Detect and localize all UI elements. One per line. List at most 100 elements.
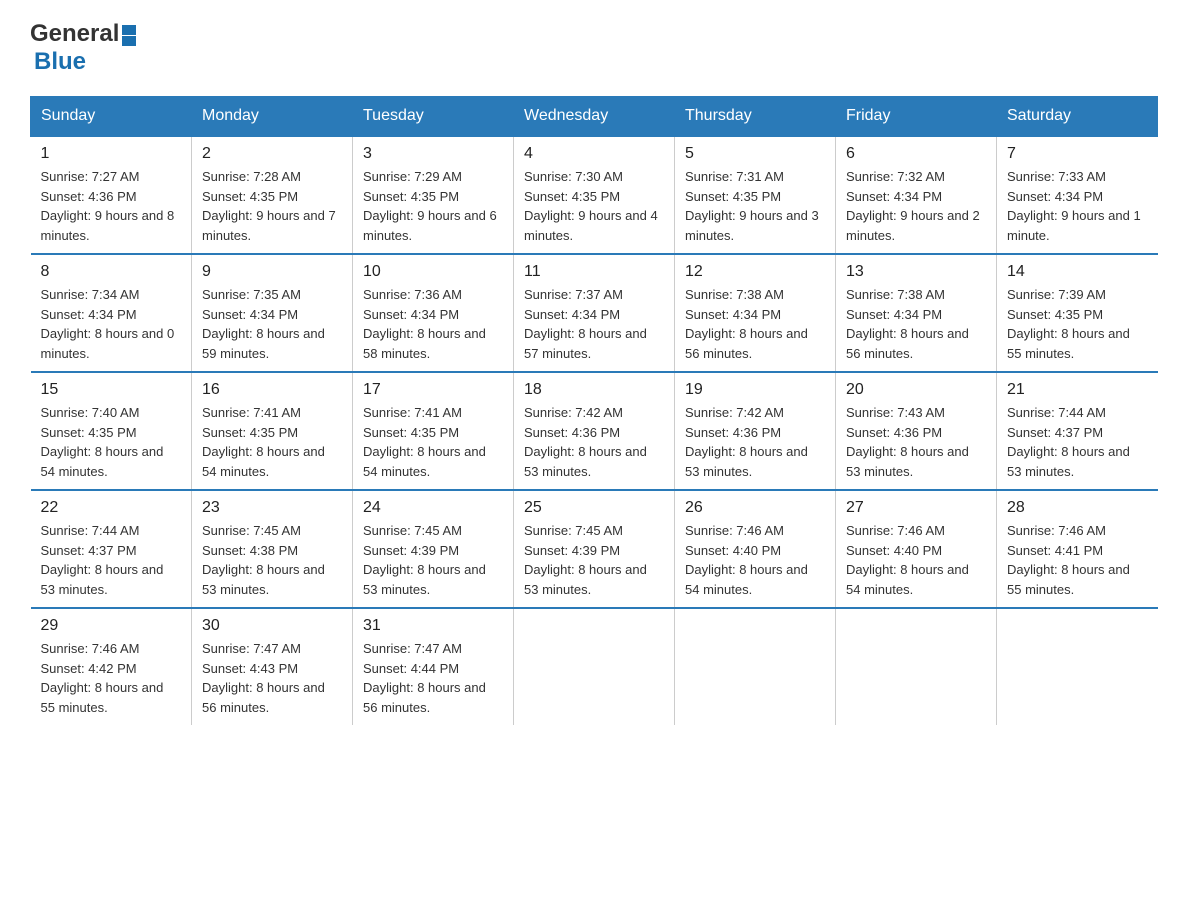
day-info: Sunrise: 7:45 AM Sunset: 4:38 PM Dayligh…: [202, 521, 342, 599]
day-number: 31: [363, 617, 503, 635]
weekday-header: Thursday: [675, 97, 836, 137]
weekday-header: Friday: [836, 97, 997, 137]
day-info: Sunrise: 7:36 AM Sunset: 4:34 PM Dayligh…: [363, 285, 503, 363]
day-number: 11: [524, 263, 664, 281]
day-info: Sunrise: 7:38 AM Sunset: 4:34 PM Dayligh…: [846, 285, 986, 363]
calendar-day-cell: 27 Sunrise: 7:46 AM Sunset: 4:40 PM Dayl…: [836, 490, 997, 608]
calendar-day-cell: 21 Sunrise: 7:44 AM Sunset: 4:37 PM Dayl…: [997, 372, 1158, 490]
calendar-day-cell: 18 Sunrise: 7:42 AM Sunset: 4:36 PM Dayl…: [514, 372, 675, 490]
weekday-header: Saturday: [997, 97, 1158, 137]
day-info: Sunrise: 7:45 AM Sunset: 4:39 PM Dayligh…: [363, 521, 503, 599]
day-info: Sunrise: 7:38 AM Sunset: 4:34 PM Dayligh…: [685, 285, 825, 363]
calendar-day-cell: 25 Sunrise: 7:45 AM Sunset: 4:39 PM Dayl…: [514, 490, 675, 608]
day-info: Sunrise: 7:41 AM Sunset: 4:35 PM Dayligh…: [363, 403, 503, 481]
calendar-day-cell: 6 Sunrise: 7:32 AM Sunset: 4:34 PM Dayli…: [836, 136, 997, 254]
weekday-header: Sunday: [31, 97, 192, 137]
day-info: Sunrise: 7:44 AM Sunset: 4:37 PM Dayligh…: [1007, 403, 1148, 481]
page-header: General Blue: [30, 20, 1158, 76]
day-number: 22: [41, 499, 182, 517]
day-number: 18: [524, 381, 664, 399]
day-info: Sunrise: 7:27 AM Sunset: 4:36 PM Dayligh…: [41, 167, 182, 245]
day-info: Sunrise: 7:30 AM Sunset: 4:35 PM Dayligh…: [524, 167, 664, 245]
calendar-day-cell: 12 Sunrise: 7:38 AM Sunset: 4:34 PM Dayl…: [675, 254, 836, 372]
weekday-header: Monday: [192, 97, 353, 137]
calendar-week-row: 22 Sunrise: 7:44 AM Sunset: 4:37 PM Dayl…: [31, 490, 1158, 608]
day-info: Sunrise: 7:47 AM Sunset: 4:44 PM Dayligh…: [363, 639, 503, 717]
day-number: 1: [41, 145, 182, 163]
day-number: 25: [524, 499, 664, 517]
day-info: Sunrise: 7:37 AM Sunset: 4:34 PM Dayligh…: [524, 285, 664, 363]
calendar-day-cell: 24 Sunrise: 7:45 AM Sunset: 4:39 PM Dayl…: [353, 490, 514, 608]
calendar-day-cell: 3 Sunrise: 7:29 AM Sunset: 4:35 PM Dayli…: [353, 136, 514, 254]
day-info: Sunrise: 7:41 AM Sunset: 4:35 PM Dayligh…: [202, 403, 342, 481]
day-number: 7: [1007, 145, 1148, 163]
calendar-day-cell: 26 Sunrise: 7:46 AM Sunset: 4:40 PM Dayl…: [675, 490, 836, 608]
day-number: 26: [685, 499, 825, 517]
day-number: 29: [41, 617, 182, 635]
logo: General Blue: [30, 20, 136, 76]
day-number: 27: [846, 499, 986, 517]
logo-blue-text: Blue: [34, 48, 86, 75]
calendar-day-cell: 20 Sunrise: 7:43 AM Sunset: 4:36 PM Dayl…: [836, 372, 997, 490]
day-number: 30: [202, 617, 342, 635]
day-info: Sunrise: 7:33 AM Sunset: 4:34 PM Dayligh…: [1007, 167, 1148, 245]
calendar-day-cell: [675, 608, 836, 725]
calendar-header: SundayMondayTuesdayWednesdayThursdayFrid…: [31, 97, 1158, 137]
day-number: 21: [1007, 381, 1148, 399]
calendar-table: SundayMondayTuesdayWednesdayThursdayFrid…: [30, 96, 1158, 725]
day-info: Sunrise: 7:43 AM Sunset: 4:36 PM Dayligh…: [846, 403, 986, 481]
day-number: 16: [202, 381, 342, 399]
logo-general-text: General: [30, 20, 119, 48]
calendar-body: 1 Sunrise: 7:27 AM Sunset: 4:36 PM Dayli…: [31, 136, 1158, 725]
day-number: 9: [202, 263, 342, 281]
day-info: Sunrise: 7:29 AM Sunset: 4:35 PM Dayligh…: [363, 167, 503, 245]
day-number: 6: [846, 145, 986, 163]
calendar-day-cell: 17 Sunrise: 7:41 AM Sunset: 4:35 PM Dayl…: [353, 372, 514, 490]
day-info: Sunrise: 7:31 AM Sunset: 4:35 PM Dayligh…: [685, 167, 825, 245]
day-number: 12: [685, 263, 825, 281]
weekday-header: Tuesday: [353, 97, 514, 137]
day-number: 4: [524, 145, 664, 163]
calendar-day-cell: 1 Sunrise: 7:27 AM Sunset: 4:36 PM Dayli…: [31, 136, 192, 254]
day-info: Sunrise: 7:46 AM Sunset: 4:41 PM Dayligh…: [1007, 521, 1148, 599]
calendar-day-cell: 23 Sunrise: 7:45 AM Sunset: 4:38 PM Dayl…: [192, 490, 353, 608]
calendar-day-cell: 10 Sunrise: 7:36 AM Sunset: 4:34 PM Dayl…: [353, 254, 514, 372]
calendar-day-cell: 28 Sunrise: 7:46 AM Sunset: 4:41 PM Dayl…: [997, 490, 1158, 608]
calendar-day-cell: 30 Sunrise: 7:47 AM Sunset: 4:43 PM Dayl…: [192, 608, 353, 725]
calendar-day-cell: 2 Sunrise: 7:28 AM Sunset: 4:35 PM Dayli…: [192, 136, 353, 254]
day-number: 3: [363, 145, 503, 163]
day-number: 15: [41, 381, 182, 399]
day-info: Sunrise: 7:44 AM Sunset: 4:37 PM Dayligh…: [41, 521, 182, 599]
day-number: 2: [202, 145, 342, 163]
calendar-day-cell: [836, 608, 997, 725]
day-number: 23: [202, 499, 342, 517]
calendar-week-row: 15 Sunrise: 7:40 AM Sunset: 4:35 PM Dayl…: [31, 372, 1158, 490]
day-number: 28: [1007, 499, 1148, 517]
calendar-day-cell: 5 Sunrise: 7:31 AM Sunset: 4:35 PM Dayli…: [675, 136, 836, 254]
day-info: Sunrise: 7:45 AM Sunset: 4:39 PM Dayligh…: [524, 521, 664, 599]
calendar-day-cell: [997, 608, 1158, 725]
calendar-day-cell: 8 Sunrise: 7:34 AM Sunset: 4:34 PM Dayli…: [31, 254, 192, 372]
calendar-day-cell: 4 Sunrise: 7:30 AM Sunset: 4:35 PM Dayli…: [514, 136, 675, 254]
day-number: 10: [363, 263, 503, 281]
day-number: 17: [363, 381, 503, 399]
calendar-day-cell: 29 Sunrise: 7:46 AM Sunset: 4:42 PM Dayl…: [31, 608, 192, 725]
day-info: Sunrise: 7:34 AM Sunset: 4:34 PM Dayligh…: [41, 285, 182, 363]
calendar-day-cell: 13 Sunrise: 7:38 AM Sunset: 4:34 PM Dayl…: [836, 254, 997, 372]
day-info: Sunrise: 7:42 AM Sunset: 4:36 PM Dayligh…: [524, 403, 664, 481]
day-info: Sunrise: 7:47 AM Sunset: 4:43 PM Dayligh…: [202, 639, 342, 717]
day-info: Sunrise: 7:35 AM Sunset: 4:34 PM Dayligh…: [202, 285, 342, 363]
day-number: 13: [846, 263, 986, 281]
day-info: Sunrise: 7:32 AM Sunset: 4:34 PM Dayligh…: [846, 167, 986, 245]
day-info: Sunrise: 7:28 AM Sunset: 4:35 PM Dayligh…: [202, 167, 342, 245]
calendar-week-row: 8 Sunrise: 7:34 AM Sunset: 4:34 PM Dayli…: [31, 254, 1158, 372]
day-number: 5: [685, 145, 825, 163]
day-number: 14: [1007, 263, 1148, 281]
day-info: Sunrise: 7:46 AM Sunset: 4:40 PM Dayligh…: [685, 521, 825, 599]
calendar-day-cell: [514, 608, 675, 725]
calendar-week-row: 1 Sunrise: 7:27 AM Sunset: 4:36 PM Dayli…: [31, 136, 1158, 254]
day-info: Sunrise: 7:42 AM Sunset: 4:36 PM Dayligh…: [685, 403, 825, 481]
calendar-day-cell: 15 Sunrise: 7:40 AM Sunset: 4:35 PM Dayl…: [31, 372, 192, 490]
day-number: 19: [685, 381, 825, 399]
calendar-day-cell: 7 Sunrise: 7:33 AM Sunset: 4:34 PM Dayli…: [997, 136, 1158, 254]
